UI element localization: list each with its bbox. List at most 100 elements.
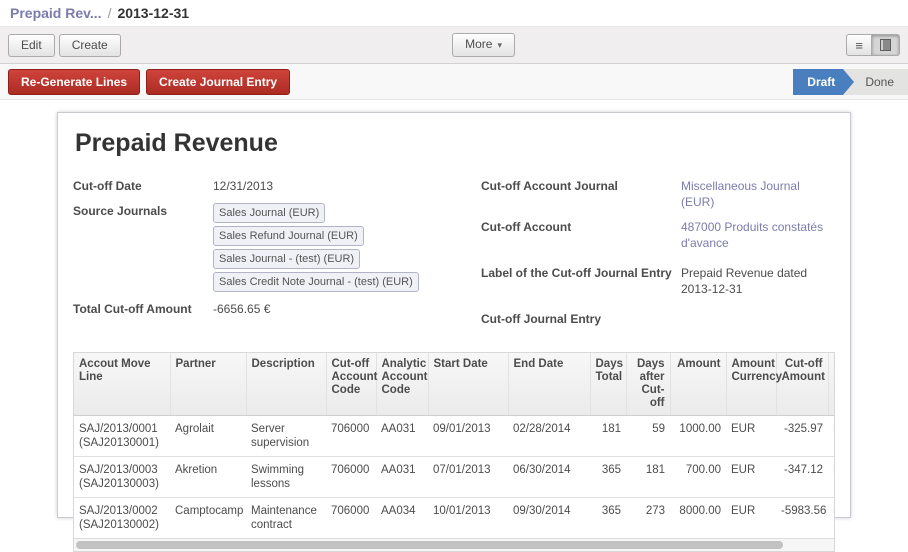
table-cell: EUR: [828, 416, 835, 457]
column-header: End Date: [508, 353, 590, 416]
left-field-group: Cut-off Date 12/31/2013 Source Journals …: [73, 178, 481, 336]
column-header: Cut-off Account Code: [326, 353, 376, 416]
table-cell: -325.97: [776, 416, 828, 457]
field-groups: Cut-off Date 12/31/2013 Source Journals …: [73, 178, 835, 336]
field-source-journals: Source Journals Sales Journal (EUR)Sales…: [73, 203, 481, 292]
status-draft: Draft: [793, 69, 843, 95]
column-header: Amount: [670, 353, 726, 416]
cutoff-journal-entry-label: Cut-off Journal Entry: [481, 311, 681, 327]
list-icon: ≡: [855, 40, 863, 51]
page: Prepaid Rev... / 2013-12-31 Edit Create …: [0, 0, 908, 518]
table-body: SAJ/2013/0001 (SAJ20130001)AgrolaitServe…: [74, 416, 835, 539]
table-cell: AA031: [376, 416, 428, 457]
breadcrumb-separator: /: [108, 5, 112, 21]
table-header-row: Accout Move LinePartnerDescriptionCut-of…: [74, 353, 835, 416]
table-cell: 07/01/2013: [428, 457, 508, 498]
table-cell: AA031: [376, 457, 428, 498]
table-cell: 1000.00: [670, 416, 726, 457]
table-cell: EUR: [726, 457, 776, 498]
table-cell: 09/01/2013: [428, 416, 508, 457]
table-cell: Server supervision: [246, 416, 326, 457]
view-switcher: ≡: [846, 34, 900, 56]
control-toolbar: Edit Create More ▾ ≡: [0, 26, 908, 64]
cutoff-date-label: Cut-off Date: [73, 178, 213, 194]
column-header: Start Date: [428, 353, 508, 416]
journal-entry-label-label: Label of the Cut-off Journal Entry: [481, 265, 681, 297]
cutoff-account-label: Cut-off Account: [481, 219, 681, 251]
table-cell: Akretion: [170, 457, 246, 498]
regenerate-lines-button[interactable]: Re-Generate Lines: [8, 69, 140, 95]
journal-tag: Sales Journal (EUR): [213, 203, 325, 223]
column-header: Partner: [170, 353, 246, 416]
column-header: Days Total: [590, 353, 626, 416]
status-bar: Draft Done: [793, 69, 908, 95]
cutoff-account-link[interactable]: 487000 Produits constatés d'avance: [681, 219, 835, 251]
list-view-button[interactable]: ≡: [846, 34, 872, 56]
table-cell: Agrolait: [170, 416, 246, 457]
table-cell: 706000: [326, 416, 376, 457]
table-cell: EUR: [828, 457, 835, 498]
horizontal-scrollbar-thumb[interactable]: [76, 541, 783, 549]
field-cutoff-journal-entry: Cut-off Journal Entry: [481, 311, 835, 327]
horizontal-scrollbar[interactable]: [74, 538, 834, 551]
cutoff-lines-table: Accout Move LinePartnerDescriptionCut-of…: [74, 353, 835, 538]
cutoff-account-journal-label: Cut-off Account Journal: [481, 178, 681, 210]
right-field-group: Cut-off Account Journal Miscellaneous Jo…: [481, 178, 835, 336]
page-title: Prepaid Revenue: [75, 129, 833, 158]
table-cell: 06/30/2014: [508, 457, 590, 498]
table-cell: 181: [590, 416, 626, 457]
create-journal-entry-button[interactable]: Create Journal Entry: [146, 69, 290, 95]
form-view-button[interactable]: [872, 34, 900, 56]
source-journals-label: Source Journals: [73, 203, 213, 292]
more-button-label: More: [465, 37, 492, 51]
breadcrumb: Prepaid Rev... / 2013-12-31: [0, 0, 908, 26]
field-cutoff-account-journal: Cut-off Account Journal Miscellaneous Jo…: [481, 178, 835, 210]
form-content: Prepaid Revenue Cut-off Date 12/31/2013 …: [0, 100, 908, 518]
action-toolbar: Re-Generate Lines Create Journal Entry D…: [0, 64, 908, 100]
edit-create-group: Edit Create: [8, 34, 121, 57]
field-total-cutoff-amount: Total Cut-off Amount -6656.65 €: [73, 301, 481, 317]
breadcrumb-current: 2013-12-31: [117, 5, 189, 21]
table-cell: 59: [626, 416, 670, 457]
journal-tag: Sales Credit Note Journal - (test) (EUR): [213, 272, 419, 292]
table-cell: EUR: [726, 416, 776, 457]
table-cell: 02/28/2014: [508, 416, 590, 457]
table-cell: Swimming lessons: [246, 457, 326, 498]
column-header: Days after Cut-off: [626, 353, 670, 416]
edit-button[interactable]: Edit: [8, 34, 55, 57]
total-cutoff-amount-label: Total Cut-off Amount: [73, 301, 213, 317]
column-header: Description: [246, 353, 326, 416]
column-header: Amount Currency: [726, 353, 776, 416]
table-cell: SAJ/2013/0001 (SAJ20130001): [74, 416, 170, 457]
column-header: Analytic Account Code: [376, 353, 428, 416]
source-journals-tags: Sales Journal (EUR) Sales Refund Journal …: [213, 203, 471, 292]
field-cutoff-date: Cut-off Date 12/31/2013: [73, 178, 481, 194]
total-cutoff-amount-value: -6656.65 €: [213, 301, 270, 317]
form-icon: [880, 39, 891, 51]
journal-tag: Sales Journal - (test) (EUR): [213, 249, 360, 269]
field-cutoff-account: Cut-off Account 487000 Produits constaté…: [481, 219, 835, 251]
table-row[interactable]: SAJ/2013/0003 (SAJ20130003)AkretionSwimm…: [74, 457, 835, 498]
table-cell: SAJ/2013/0003 (SAJ20130003): [74, 457, 170, 498]
field-journal-entry-label: Label of the Cut-off Journal Entry Prepa…: [481, 265, 835, 297]
column-header: Accout Move Line: [74, 353, 170, 416]
form-sheet: Prepaid Revenue Cut-off Date 12/31/2013 …: [57, 112, 851, 518]
more-button[interactable]: More ▾: [452, 33, 515, 57]
workflow-buttons: Re-Generate Lines Create Journal Entry: [8, 69, 290, 95]
column-header: Company Currency: [828, 353, 835, 416]
cutoff-account-journal-link[interactable]: Miscellaneous Journal (EUR): [681, 178, 835, 210]
cutoff-lines-table-wrap: Accout Move LinePartnerDescriptionCut-of…: [73, 352, 835, 552]
table-cell: 706000: [326, 457, 376, 498]
journal-entry-label-value: Prepaid Revenue dated 2013-12-31: [681, 265, 835, 297]
table-row[interactable]: SAJ/2013/0001 (SAJ20130001)AgrolaitServe…: [74, 416, 835, 457]
table-cell: 700.00: [670, 457, 726, 498]
breadcrumb-parent-link[interactable]: Prepaid Rev...: [10, 5, 102, 21]
table-cell: 181: [626, 457, 670, 498]
column-header: Cut-off Amount: [776, 353, 828, 416]
table-cell: -347.12: [776, 457, 828, 498]
cutoff-date-value: 12/31/2013: [213, 178, 273, 194]
create-button[interactable]: Create: [59, 34, 121, 57]
table-cell: 365: [590, 457, 626, 498]
caret-down-icon: ▾: [497, 40, 502, 50]
journal-tag: Sales Refund Journal (EUR): [213, 226, 364, 246]
